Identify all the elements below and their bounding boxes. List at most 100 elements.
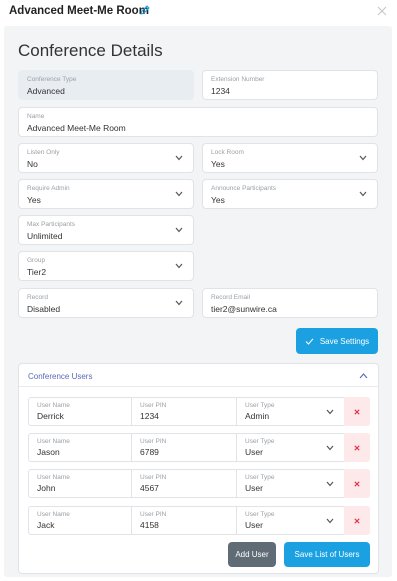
chevron-up-icon[interactable] — [359, 372, 368, 379]
delete-user-button[interactable] — [344, 397, 370, 426]
user-pin-label: User PIN — [140, 511, 167, 518]
record-email-field[interactable]: Record Email tier2@sunwire.ca — [202, 288, 378, 318]
chevron-down-icon — [175, 191, 183, 197]
name-field[interactable]: Name Advanced Meet-Me Room — [18, 107, 378, 137]
user-name-field[interactable]: User Name Derrick — [28, 397, 132, 426]
announce-participants-select[interactable]: Announce Participants Yes — [202, 179, 378, 209]
user-name-label: User Name — [37, 438, 70, 445]
user-pin-field[interactable]: User PIN 4567 — [131, 469, 237, 498]
chevron-down-icon — [175, 300, 183, 306]
save-list-label: Save List of Users — [294, 550, 360, 559]
user-type-label: User Type — [245, 438, 275, 445]
user-pin-value: 4567 — [140, 483, 159, 493]
chevron-down-icon — [359, 155, 367, 161]
save-list-of-users-button[interactable]: Save List of Users — [284, 542, 370, 567]
extension-number-value: 1234 — [211, 86, 230, 96]
close-icon — [354, 444, 360, 451]
announce-participants-label: Announce Participants — [211, 185, 277, 192]
delete-user-button[interactable] — [344, 433, 370, 462]
add-user-button[interactable]: Add User — [228, 542, 276, 567]
user-type-value: User — [245, 483, 263, 493]
user-name-label: User Name — [37, 511, 70, 518]
user-row: User Name John User PIN 4567 User Type U… — [28, 469, 370, 498]
conference-type-label: Conference Type — [27, 76, 77, 83]
group-value: Tier2 — [27, 267, 47, 277]
user-pin-field[interactable]: User PIN 1234 — [131, 397, 237, 426]
user-type-label: User Type — [245, 402, 275, 409]
panel-title: Conference Details — [18, 41, 163, 60]
chevron-down-icon — [175, 155, 183, 161]
user-type-value: User — [245, 447, 263, 457]
lock-room-label: Lock Room — [211, 149, 244, 156]
require-admin-select[interactable]: Require Admin Yes — [18, 179, 194, 209]
extension-number-label: Extension Number — [211, 76, 265, 83]
max-participants-select[interactable]: Max Participants Unlimited — [18, 215, 194, 245]
user-type-select[interactable]: User Type User — [236, 469, 345, 498]
conference-users-title: Conference Users — [28, 372, 93, 381]
save-settings-label: Save Settings — [319, 336, 370, 346]
close-icon — [354, 408, 360, 415]
conference-type-value: Advanced — [27, 86, 65, 96]
record-value: Disabled — [27, 304, 61, 314]
modal-header: Advanced Meet-Me Room — [0, 0, 397, 24]
user-type-label: User Type — [245, 474, 275, 481]
close-icon — [354, 480, 360, 487]
user-pin-label: User PIN — [140, 438, 167, 445]
max-participants-value: Unlimited — [27, 231, 63, 241]
chevron-down-icon — [359, 191, 367, 197]
require-admin-value: Yes — [27, 195, 41, 205]
record-select[interactable]: Record Disabled — [18, 288, 194, 318]
user-pin-field[interactable]: User PIN 6789 — [131, 433, 237, 462]
modal-title: Advanced Meet-Me Room — [9, 5, 149, 17]
save-settings-button[interactable]: Save Settings — [296, 328, 378, 354]
user-name-field[interactable]: User Name Jason — [28, 433, 132, 462]
chevron-down-icon — [326, 445, 334, 451]
user-name-value: Jack — [37, 520, 55, 530]
extension-number-field[interactable]: Extension Number 1234 — [202, 70, 378, 100]
pencil-icon[interactable] — [139, 4, 151, 16]
listen-only-label: Listen Only — [27, 149, 60, 156]
conference-users-header[interactable]: Conference Users — [19, 364, 378, 387]
listen-only-value: No — [27, 159, 38, 169]
user-name-value: Derrick — [37, 411, 64, 421]
group-select[interactable]: Group Tier2 — [18, 251, 194, 281]
chevron-down-icon — [326, 518, 334, 524]
group-label: Group — [27, 257, 46, 264]
lock-room-select[interactable]: Lock Room Yes — [202, 143, 378, 173]
chevron-down-icon — [326, 481, 334, 487]
name-value: Advanced Meet-Me Room — [27, 123, 126, 133]
add-user-label: Add User — [235, 550, 269, 559]
user-name-field[interactable]: User Name Jack — [28, 506, 132, 535]
user-type-label: User Type — [245, 511, 275, 518]
delete-user-button[interactable] — [344, 469, 370, 498]
chevron-down-icon — [175, 263, 183, 269]
listen-only-select[interactable]: Listen Only No — [18, 143, 194, 173]
announce-participants-value: Yes — [211, 195, 225, 205]
user-pin-label: User PIN — [140, 402, 167, 409]
close-icon — [354, 517, 360, 524]
chevron-down-icon — [326, 409, 334, 415]
record-label: Record — [27, 294, 48, 301]
user-name-value: Jason — [37, 447, 60, 457]
user-type-value: User — [245, 520, 263, 530]
user-row: User Name Jason User PIN 6789 User Type … — [28, 433, 370, 462]
user-pin-field[interactable]: User PIN 4158 — [131, 506, 237, 535]
max-participants-label: Max Participants — [27, 221, 76, 228]
user-name-label: User Name — [37, 474, 70, 481]
record-email-value: tier2@sunwire.ca — [211, 304, 277, 314]
close-icon[interactable] — [375, 4, 389, 18]
user-pin-label: User PIN — [140, 474, 167, 481]
chevron-down-icon — [175, 227, 183, 233]
user-name-field[interactable]: User Name John — [28, 469, 132, 498]
user-type-select[interactable]: User Type User — [236, 433, 345, 462]
conference-type-field: Conference Type Advanced — [18, 70, 194, 100]
user-type-select[interactable]: User Type Admin — [236, 397, 345, 426]
user-type-value: Admin — [245, 411, 270, 421]
user-pin-value: 4158 — [140, 520, 159, 530]
user-type-select[interactable]: User Type User — [236, 506, 345, 535]
check-icon — [305, 338, 314, 345]
require-admin-label: Require Admin — [27, 185, 70, 192]
delete-user-button[interactable] — [344, 506, 370, 535]
conference-users-card: Conference Users User Name Derrick User … — [18, 363, 379, 574]
user-name-value: John — [37, 483, 56, 493]
